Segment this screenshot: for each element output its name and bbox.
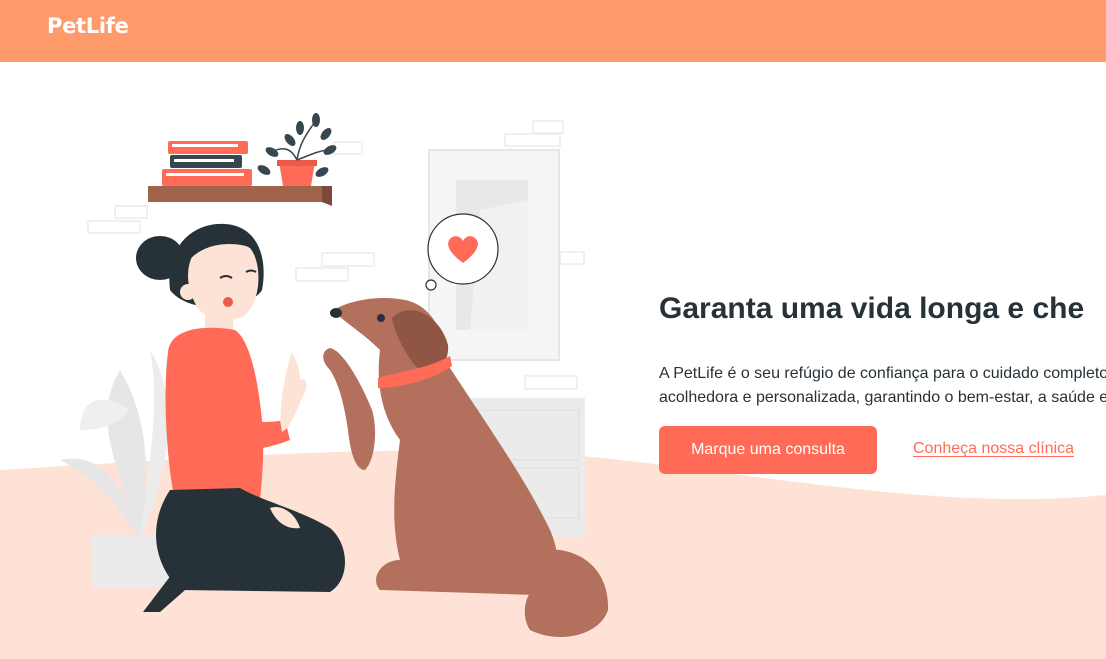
book-appointment-button[interactable]: Marque uma consulta bbox=[659, 426, 877, 474]
books-icon bbox=[162, 141, 252, 186]
plant-icon bbox=[257, 113, 337, 186]
visit-clinic-link[interactable]: Conheça nossa clínica bbox=[913, 440, 1074, 458]
hero-description-line-1: A PetLife é o seu refúgio de confiança p… bbox=[659, 365, 1106, 382]
floor-plant bbox=[60, 350, 172, 587]
hero-description-line-2: acolhedora e personalizada, garantindo o… bbox=[659, 389, 1106, 406]
hero-title: Garanta uma vida longa e che bbox=[659, 292, 1085, 325]
woman-figure bbox=[136, 223, 345, 612]
hero-description: A PetLife é o seu refúgio de confiança p… bbox=[659, 362, 1106, 410]
wall-shelf bbox=[148, 113, 337, 206]
hero-illustration bbox=[60, 113, 609, 638]
